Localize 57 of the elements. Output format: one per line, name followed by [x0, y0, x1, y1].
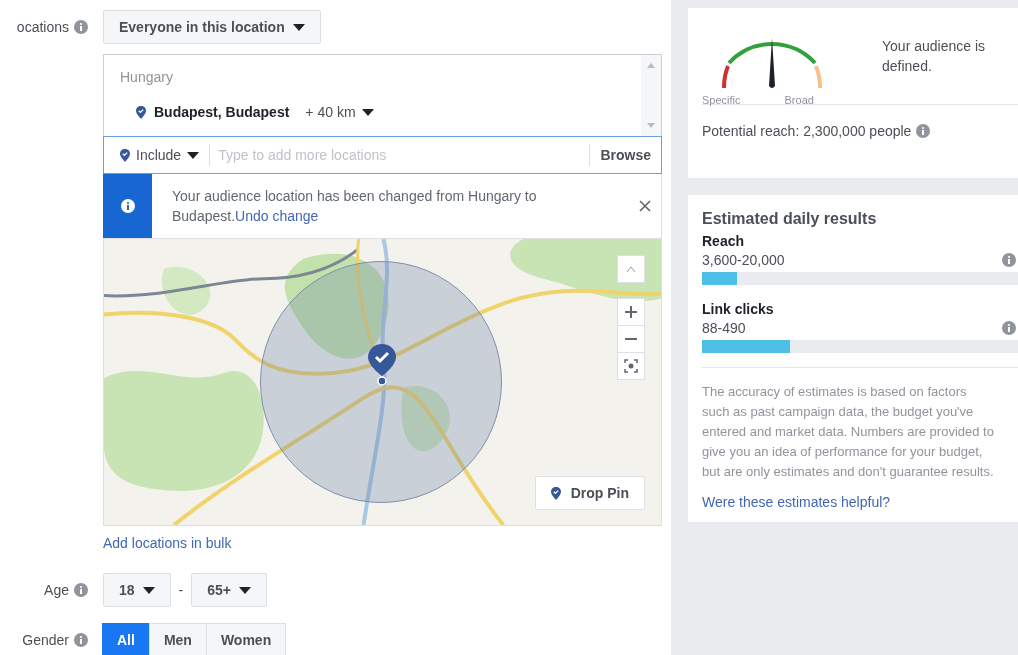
caret-icon [142, 586, 155, 594]
gauge-label: Broad [784, 94, 814, 106]
metric-range: 88-490 [702, 319, 746, 337]
range-separator: - [178, 582, 184, 598]
recenter-button[interactable] [617, 352, 645, 380]
region-label: Hungary [120, 69, 174, 85]
info-icon[interactable] [74, 20, 88, 34]
metric-range: 3,600-20,000 [702, 251, 785, 269]
info-icon[interactable] [916, 124, 931, 138]
caret-icon [361, 108, 374, 116]
zoom-out-button[interactable] [617, 325, 645, 353]
potential-reach: Potential reach: 2,300,000 people [702, 123, 912, 139]
include-dropdown[interactable]: Include [104, 144, 211, 166]
browse-button[interactable]: Browse [589, 144, 661, 166]
card-title: Estimated daily results [702, 210, 878, 228]
gender-option[interactable]: Women [205, 623, 287, 655]
close-icon[interactable] [639, 200, 651, 212]
info-icon[interactable] [1002, 321, 1016, 335]
location-search-field[interactable]: Include Type to add more locations Browse [103, 136, 662, 174]
location-pin-icon [120, 148, 130, 162]
location-pin-icon [550, 486, 561, 500]
location-name: Budapest, Budapest [154, 104, 290, 120]
metric-name: Reach [702, 232, 746, 251]
min-age-dropdown[interactable]: 18 [103, 573, 171, 607]
field-label: ocations [16, 19, 69, 35]
caret-icon [239, 586, 251, 594]
field-label: Gender [22, 632, 69, 648]
location-pin-icon[interactable] [368, 344, 396, 386]
drop-pin-button[interactable]: Drop Pin [534, 476, 645, 510]
recenter-icon [624, 359, 638, 373]
info-icon[interactable] [74, 633, 88, 647]
feedback-link[interactable]: Were these estimates helpful? [702, 494, 891, 510]
info-icon[interactable] [1002, 253, 1016, 267]
gender-option[interactable]: Men [148, 623, 207, 655]
zoom-in-button[interactable] [617, 298, 645, 326]
bulk-locations-link[interactable]: Add locations in bulk [103, 535, 232, 551]
info-icon[interactable] [74, 583, 88, 597]
metric-name: Link clicks [702, 300, 775, 319]
undo-link[interactable]: Undo change [235, 208, 319, 224]
gauge-label: Specific [702, 94, 741, 106]
scroll-up-icon[interactable] [647, 63, 655, 68]
scrollbar[interactable] [641, 55, 661, 136]
scroll-down-icon[interactable] [647, 123, 655, 128]
caret-icon [292, 23, 305, 31]
info-icon [120, 199, 135, 213]
audience-status: Your audience is defined. [882, 37, 986, 76]
caret-up-icon [627, 266, 635, 272]
caret-icon [187, 151, 200, 159]
gender-option[interactable]: All [102, 623, 150, 655]
max-age-dropdown[interactable]: 65+ [191, 573, 267, 607]
location-pin-icon [136, 105, 146, 119]
location-type-dropdown[interactable]: Everyone in this location [103, 10, 321, 44]
field-label: Age [44, 582, 69, 598]
radius-dropdown[interactable]: + 40 km [305, 104, 374, 120]
disclaimer-text: The accuracy of estimates is based on factors such as past campaign data, the budget you've entered and market data. Numbers are provided to give you an idea of performance for your budget, but are only estimates and don't guarantee results. [702, 367, 1018, 482]
notice-text: Your audience location has been changed from Hungary to Budapest.Undo change [172, 187, 538, 226]
plus-icon [625, 306, 637, 318]
